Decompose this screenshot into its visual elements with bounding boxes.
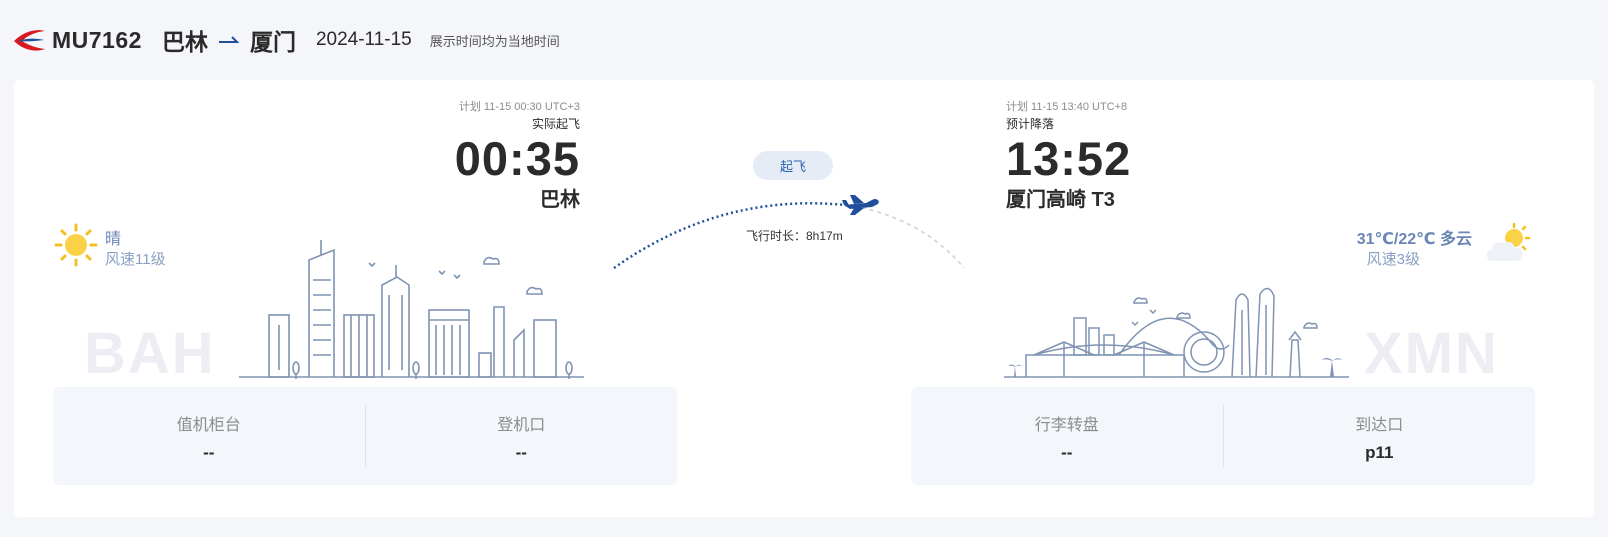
baggage-carousel-label: 行李转盘 bbox=[1034, 417, 1099, 434]
departure-plan-time: 计划 11-15 00:30 UTC+3 bbox=[458, 101, 580, 113]
boarding-gate: 登机口 -- bbox=[366, 387, 678, 485]
departure-time: 00:35 bbox=[454, 132, 580, 185]
flight-duration: 飞行时长：8h17m bbox=[746, 229, 843, 243]
boarding-gate-value: -- bbox=[515, 443, 527, 462]
sun-icon bbox=[54, 223, 98, 267]
local-time-note: 展示时间均为当地时间 bbox=[429, 33, 560, 49]
baggage-carousel-value: -- bbox=[1061, 443, 1073, 462]
flight-header: MU7162 巴林 厦门 2024-11-15 展示时间均为当地时间 bbox=[12, 20, 560, 60]
flight-number: MU7162 bbox=[52, 26, 142, 53]
arrival-status: 预计降落 bbox=[1006, 117, 1055, 131]
xiamen-skyline-illustration bbox=[1004, 287, 1349, 378]
origin-city: 巴林 bbox=[161, 29, 208, 55]
departure-info-panel: 值机柜台 -- 登机口 -- bbox=[53, 387, 677, 485]
arrival-plan-time: 计划 11-15 13:40 UTC+8 bbox=[1006, 101, 1128, 113]
checkin-counter: 值机柜台 -- bbox=[53, 387, 365, 485]
partly-cloudy-icon bbox=[1486, 223, 1531, 261]
departure-weather-condition: 晴 bbox=[105, 231, 122, 248]
arrival-wind: 风速3级 bbox=[1366, 251, 1420, 268]
departure-status: 实际起飞 bbox=[531, 117, 580, 131]
boarding-gate-label: 登机口 bbox=[497, 417, 546, 434]
departure-airport: 巴林 bbox=[540, 189, 580, 211]
bahrain-skyline-illustration bbox=[239, 240, 584, 379]
checkin-counter-value: -- bbox=[203, 443, 215, 462]
flight-status-badge: 起飞 bbox=[753, 151, 833, 180]
departure-wind: 风速11级 bbox=[105, 251, 166, 268]
arrival-time: 13:52 bbox=[1006, 132, 1132, 185]
arrival-exit-label: 到达口 bbox=[1355, 417, 1404, 434]
arrival-exit-value: p11 bbox=[1365, 443, 1394, 462]
baggage-carousel: 行李转盘 -- bbox=[911, 387, 1223, 485]
flight-date: 2024-11-15 bbox=[315, 29, 412, 50]
destination-city: 厦门 bbox=[249, 29, 296, 55]
arrival-airport: 厦门高崎 T3 bbox=[1006, 189, 1115, 211]
flight-status-card: 计划 11-15 00:30 UTC+3 实际起飞 00:35 巴林 计划 11… bbox=[14, 80, 1594, 517]
airline-logo bbox=[14, 30, 45, 51]
arrival-info-panel: 行李转盘 -- 到达口 p11 bbox=[911, 387, 1535, 485]
airplane-icon bbox=[842, 195, 879, 215]
arrival-weather-condition: 31℃/22℃ 多云 bbox=[1356, 231, 1472, 248]
checkin-counter-label: 值机柜台 bbox=[176, 417, 241, 434]
arrival-code-watermark: XMN bbox=[1364, 321, 1499, 386]
route-arrow-icon bbox=[218, 36, 240, 43]
arrival-exit: 到达口 p11 bbox=[1224, 387, 1536, 485]
departure-code-watermark: BAH bbox=[84, 321, 216, 386]
